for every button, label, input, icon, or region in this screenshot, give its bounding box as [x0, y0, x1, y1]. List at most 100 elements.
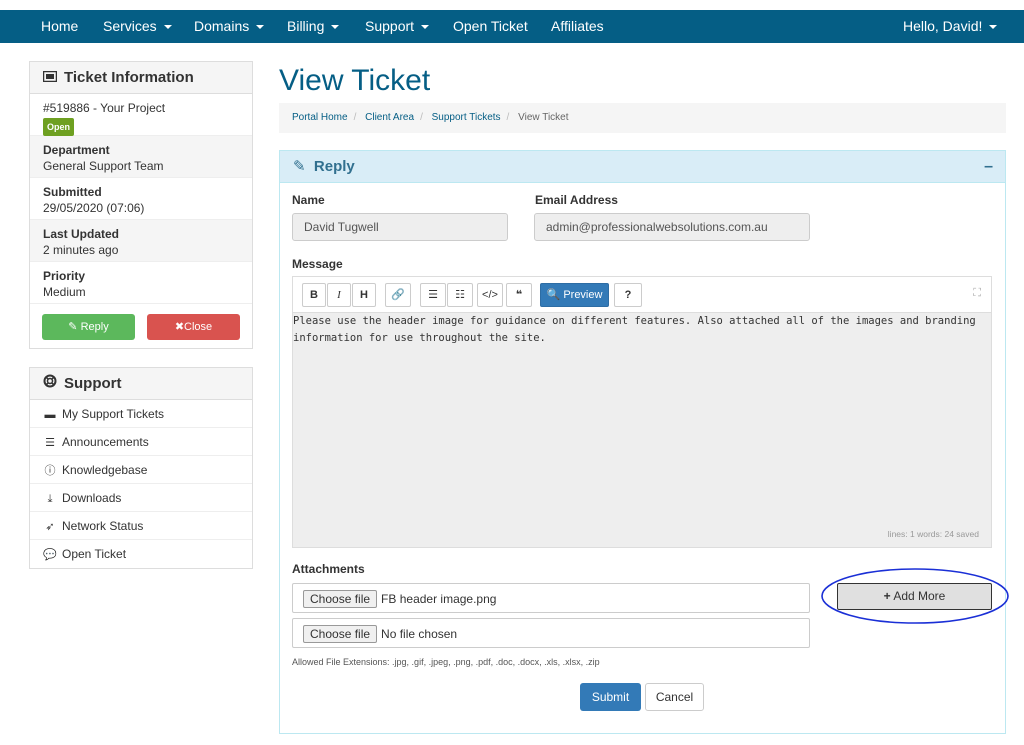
- download-icon: ⤓: [47, 493, 53, 505]
- sidebar-item-my-tickets[interactable]: ▬ My Support Tickets: [30, 400, 252, 428]
- sidebar-item-label: Announcements: [62, 435, 149, 449]
- link-icon: 🔗: [391, 289, 405, 301]
- help-icon: ?: [624, 289, 632, 301]
- chevron-down-icon: [163, 25, 172, 30]
- chevron-down-icon: [989, 25, 998, 30]
- help-button[interactable]: ?: [614, 283, 642, 307]
- support-panel: Support ▬ My Support Tickets ☰ Announcemen…: [29, 367, 253, 569]
- link-button[interactable]: 🔗: [385, 283, 411, 307]
- priority-row: Priority Medium: [30, 262, 252, 304]
- ticket-icon: [42, 62, 58, 94]
- department-value: General Support Team: [43, 159, 164, 173]
- department-label: Department: [43, 143, 110, 157]
- heading-button[interactable]: H: [352, 283, 376, 307]
- lifebuoy-icon: [43, 368, 57, 400]
- editor-status: lines: 1 words: 24 saved: [887, 529, 979, 539]
- nav-affiliates[interactable]: Affiliates: [551, 10, 604, 43]
- nav-user-menu[interactable]: Hello, David!: [903, 10, 998, 43]
- file-name-2: No file chosen: [381, 626, 458, 641]
- updated-label: Last Updated: [43, 227, 120, 241]
- sidebar-item-label: Open Ticket: [62, 547, 127, 561]
- breadcrumb-current: View Ticket: [518, 112, 569, 123]
- comments-icon: 💬: [43, 549, 57, 561]
- nav-home[interactable]: Home: [41, 10, 78, 43]
- reply-button[interactable]: ✎ Reply: [42, 314, 135, 340]
- quote-button[interactable]: ❝: [506, 283, 532, 307]
- status-badge: Open: [43, 118, 75, 136]
- email-label: Email Address: [535, 193, 618, 207]
- sidebar-item-label: My Support Tickets: [62, 407, 165, 421]
- chevron-down-icon: [421, 25, 430, 30]
- ticket-id: #519886 - Your Project: [43, 101, 166, 115]
- submitted-label: Submitted: [43, 185, 102, 199]
- nav-support[interactable]: Support: [365, 10, 430, 43]
- italic-button[interactable]: I: [327, 283, 351, 307]
- close-button[interactable]: ✖Close: [147, 314, 240, 340]
- attachments-label: Attachments: [292, 562, 365, 576]
- code-button[interactable]: </>: [477, 283, 503, 307]
- reply-header[interactable]: ✎ Reply –: [280, 151, 1005, 183]
- nav-billing-label: Billing: [287, 18, 325, 34]
- breadcrumb-separator: /: [506, 112, 510, 123]
- reply-title: Reply: [313, 158, 355, 175]
- message-editor: B I H 🔗 ☰ ☷ </> ❝ 🔍 Preview ? ⛶ Please u…: [292, 276, 992, 548]
- user-greeting: Hello, David!: [903, 18, 983, 34]
- sidebar-item-network-status[interactable]: ➶ Network Status: [30, 512, 252, 540]
- cancel-button[interactable]: Cancel: [645, 683, 704, 711]
- file-name-1: FB header image.png: [381, 591, 497, 606]
- preview-button[interactable]: 🔍 Preview: [540, 283, 609, 307]
- nav-domains-label: Domains: [194, 18, 250, 34]
- message-textarea[interactable]: Please use the header image for guidance…: [293, 313, 991, 519]
- breadcrumb-separator: /: [353, 112, 357, 123]
- bold-button[interactable]: B: [302, 283, 326, 307]
- reply-button-label: Reply: [80, 321, 109, 333]
- sidebar-item-announcements[interactable]: ☰ Announcements: [30, 428, 252, 456]
- page-title: View Ticket: [279, 64, 431, 97]
- email-field[interactable]: admin@professionalwebsolutions.com.au: [534, 213, 810, 241]
- sidebar-item-label: Network Status: [62, 519, 144, 533]
- updated-row: Last Updated 2 minutes ago: [30, 220, 252, 262]
- chevron-down-icon: [256, 25, 265, 30]
- close-icon: ✖: [174, 321, 185, 333]
- name-label: Name: [292, 193, 325, 207]
- nav-services-label: Services: [103, 18, 157, 34]
- nav-billing[interactable]: Billing: [287, 10, 340, 43]
- sidebar-item-label: Downloads: [62, 491, 122, 505]
- name-field[interactable]: David Tugwell: [292, 213, 508, 241]
- support-title: Support: [64, 375, 122, 392]
- priority-value: Medium: [43, 285, 86, 299]
- pencil-icon: ✎: [293, 158, 306, 175]
- nav-support-label: Support: [365, 18, 415, 34]
- nav-services[interactable]: Services: [103, 10, 172, 43]
- sidebar-item-downloads[interactable]: ⤓ Downloads: [30, 484, 252, 512]
- rocket-icon: ➶: [45, 521, 55, 533]
- ticket-icon: ▬: [44, 409, 56, 421]
- breadcrumb-support-tickets[interactable]: Support Tickets: [432, 112, 501, 123]
- sidebar-item-knowledgebase[interactable]: ⓘ Knowledgebase: [30, 456, 252, 484]
- ticket-info-header: Ticket Information: [30, 62, 252, 94]
- submitted-value: 29/05/2020 (07:06): [43, 201, 145, 215]
- nav-open-ticket[interactable]: Open Ticket: [453, 10, 528, 43]
- choose-file-button[interactable]: Choose file: [303, 589, 378, 608]
- nav-domains[interactable]: Domains: [194, 10, 265, 43]
- bullet-list-button[interactable]: ☰: [420, 283, 446, 307]
- numbered-list-button[interactable]: ☷: [447, 283, 473, 307]
- fullscreen-icon[interactable]: ⛶: [973, 287, 981, 300]
- support-header: Support: [30, 368, 252, 400]
- quote-icon: ❝: [515, 289, 523, 301]
- attachment-input-2[interactable]: Choose file No file chosen: [292, 618, 810, 648]
- list-icon: ☰: [45, 437, 55, 449]
- breadcrumb-client-area[interactable]: Client Area: [365, 112, 414, 123]
- main-navbar: Home Services Domains Billing Support Op…: [0, 10, 1024, 43]
- sidebar-item-open-ticket[interactable]: 💬 Open Ticket: [30, 540, 252, 568]
- editor-toolbar: B I H 🔗 ☰ ☷ </> ❝ 🔍 Preview ? ⛶: [293, 277, 991, 313]
- attachment-input-1[interactable]: Choose file FB header image.png: [292, 583, 810, 613]
- ticket-id-row: #519886 - Your Project Open: [30, 94, 252, 136]
- collapse-icon[interactable]: –: [984, 151, 993, 183]
- allowed-extensions: Allowed File Extensions: .jpg, .gif, .jp…: [292, 657, 600, 667]
- code-icon: </>: [482, 289, 498, 301]
- breadcrumb-portal-home[interactable]: Portal Home: [292, 112, 348, 123]
- message-label: Message: [292, 257, 343, 271]
- choose-file-button[interactable]: Choose file: [303, 624, 378, 643]
- submit-button[interactable]: Submit: [580, 683, 641, 711]
